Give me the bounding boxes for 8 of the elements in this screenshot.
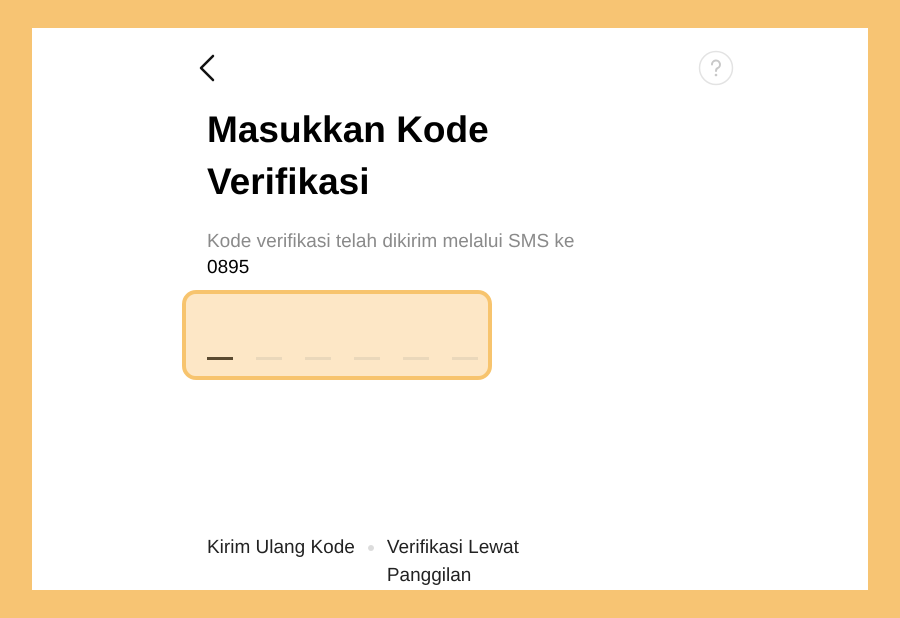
phone-number: 0895: [207, 256, 250, 280]
page-title: Masukkan Kode Verifikasi: [207, 108, 490, 204]
back-icon[interactable]: [198, 54, 216, 82]
resend-code-link[interactable]: Kirim Ulang Kode: [207, 534, 355, 562]
subtitle: Kode verifikasi telah dikirim melalui SMS ke: [207, 230, 576, 254]
help-icon[interactable]: [698, 50, 734, 86]
code-input-field[interactable]: [182, 290, 492, 380]
call-verification-link[interactable]: Verifikasi Lewat Panggilan: [386, 534, 587, 590]
